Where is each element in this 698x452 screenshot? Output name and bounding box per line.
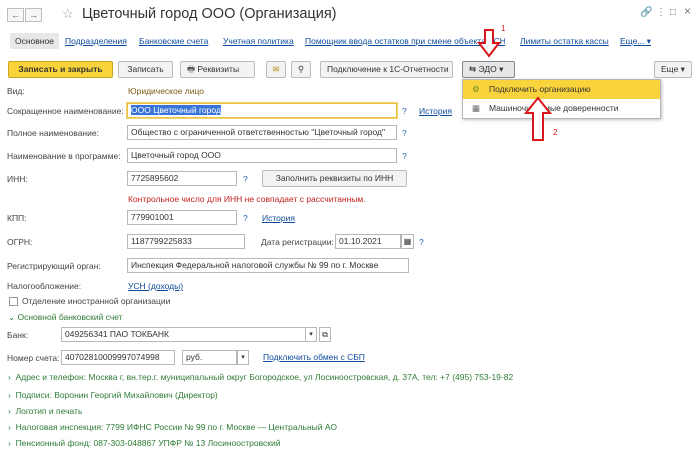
signatures-section[interactable]: › Подписи: Воронин Георгий Михайлович (Д… [8, 390, 218, 400]
tab-bank-accounts[interactable]: Банковские счета [139, 36, 208, 46]
currency-input[interactable]: руб. [182, 350, 237, 365]
edo-menu-connect-org[interactable]: ⚙ Подключить организацию [463, 80, 660, 99]
tax-label: Налогообложение: [7, 281, 82, 291]
more-icon[interactable]: ⋮ [656, 7, 666, 18]
save-close-button[interactable]: Записать и закрыть [8, 61, 113, 78]
tax-office-section[interactable]: › Налоговая инспекция: 7799 ИФНС России … [8, 422, 337, 432]
annotation-arrow-down [477, 29, 501, 58]
help-icon[interactable]: ? [243, 213, 248, 223]
short-name-input[interactable]: ООО Цветочный город [126, 102, 398, 119]
bank-label: Банк: [7, 330, 29, 340]
fill-by-inn-button[interactable]: Заполнить реквизиты по ИНН [262, 170, 407, 187]
foreign-branch-checkbox[interactable] [9, 297, 18, 306]
short-name-history-link[interactable]: История [419, 106, 452, 116]
currency-dropdown-icon[interactable]: ▾ [237, 350, 249, 365]
vid-value: Юридическое лицо [128, 86, 205, 96]
program-name-label: Наименование в программе: [7, 151, 121, 161]
kpp-input[interactable]: 779901001 [127, 210, 237, 225]
short-name-label: Сокращенное наименование: [7, 106, 124, 116]
reg-org-input[interactable]: Инспекция Федеральной налоговой службы №… [127, 258, 409, 273]
requisites-button[interactable]: 🖶 Реквизиты [180, 61, 255, 78]
inn-input[interactable]: 7725895602 [127, 171, 237, 186]
account-input[interactable]: 40702810009997074998 [61, 350, 175, 365]
logo-section[interactable]: › Логотип и печать [8, 406, 82, 416]
more-button[interactable]: Еще ▾ [654, 61, 692, 78]
edo-icon: ⇆ [469, 64, 477, 74]
sbp-link[interactable]: Подключить обмен с СБП [263, 352, 365, 362]
save-button[interactable]: Записать [118, 61, 173, 78]
tab-balance-wizard[interactable]: Помощник ввода остатков при смене объект… [305, 36, 505, 46]
link-icon[interactable]: 🔗 [640, 7, 652, 18]
connect-icon: ⚙ [472, 84, 480, 94]
help-icon[interactable]: ? [402, 106, 407, 116]
bank-section-toggle[interactable]: ⌄ Основной банковский счет [8, 312, 123, 323]
account-label: Номер счета: [7, 353, 60, 363]
tab-cash-limits[interactable]: Лимиты остатка кассы [520, 36, 609, 46]
close-icon[interactable]: × [684, 4, 691, 18]
kpp-label: КПП: [7, 213, 27, 223]
address-text: Адрес и телефон: Москва г, вн.тер.г. мун… [15, 372, 514, 382]
tab-more[interactable]: Еще... ▾ [620, 36, 651, 47]
bank-input[interactable]: 049256341 ПАО ТОКБАНК [61, 327, 317, 342]
requisites-label: Реквизиты [197, 64, 240, 74]
more-label: Еще [661, 64, 679, 74]
pension-fund-section[interactable]: › Пенсионный фонд: 087-303-048867 УПФР №… [8, 438, 281, 448]
attach-icon[interactable]: ⚲ [291, 61, 311, 78]
tax-link[interactable]: УСН (доходы) [128, 281, 183, 291]
edo-menu-proxies[interactable]: ▦ Машиночитаемые доверенности [463, 99, 660, 118]
bank-open-icon[interactable]: ⧉ [319, 327, 331, 342]
help-icon[interactable]: ? [419, 237, 424, 247]
calendar-icon[interactable]: ▦ [401, 234, 414, 249]
print-icon: 🖶 [187, 64, 196, 74]
short-name-value: ООО Цветочный город [131, 105, 221, 115]
help-icon[interactable]: ? [243, 174, 248, 184]
pension-fund-text: Пенсионный фонд: 087-303-048867 УПФР № 1… [15, 438, 281, 448]
favorite-star-icon[interactable]: ☆ [62, 6, 74, 22]
edo-label: ЭДО [478, 64, 497, 74]
forward-button[interactable]: → [25, 8, 42, 22]
inn-label: ИНН: [7, 174, 28, 184]
annotation-arrow-up [524, 96, 552, 141]
edo-menu: ⚙ Подключить организацию ▦ Машиночитаемые … [462, 79, 661, 119]
bank-section-title: Основной банковский счет [17, 312, 123, 322]
help-icon[interactable]: ? [402, 128, 407, 138]
reg-date-label: Дата регистрации: [261, 237, 334, 247]
full-name-label: Полное наименование: [7, 128, 99, 138]
signatures-text: Подписи: Воронин Георгий Михайлович (Дир… [15, 390, 218, 400]
bank-dropdown-icon[interactable]: ▾ [305, 327, 317, 342]
tab-accounting-policy[interactable]: Учетная политика [223, 36, 294, 46]
annotation-number-1: 1 [501, 24, 506, 33]
reg-date-input[interactable]: 01.10.2021 [335, 234, 401, 249]
mail-icon[interactable]: ✉ [266, 61, 286, 78]
logo-text: Логотип и печать [15, 406, 83, 416]
connect-1c-button[interactable]: Подключение к 1С-Отчетности [320, 61, 453, 78]
edo-menu-proxies-label: Машиночитаемые доверенности [489, 103, 619, 113]
maximize-icon[interactable]: □ [670, 7, 676, 18]
table-icon: ▦ [472, 103, 481, 113]
ogrn-label: ОГРН: [7, 237, 33, 247]
vid-label: Вид: [7, 86, 25, 96]
program-name-input[interactable]: Цветочный город ООО [127, 148, 397, 163]
address-section[interactable]: › Адрес и телефон: Москва г, вн.тер.г. м… [8, 372, 513, 382]
edo-button[interactable]: ⇆ ЭДО ▾ [462, 61, 515, 78]
tab-departments[interactable]: Подразделения [65, 36, 127, 46]
foreign-branch-label: Отделение иностранной организации [22, 296, 171, 306]
ogrn-input[interactable]: 1187799225833 [127, 234, 245, 249]
tab-main[interactable]: Основное [10, 33, 59, 49]
tab-more-label: Еще... [620, 36, 645, 46]
kpp-history-link[interactable]: История [262, 213, 295, 223]
back-button[interactable]: ← [7, 8, 24, 22]
inn-error-message: Контрольное число для ИНН не совпадает с… [128, 194, 366, 204]
reg-org-label: Регистрирующий орган: [7, 261, 101, 271]
annotation-number-2: 2 [553, 128, 558, 137]
full-name-input[interactable]: Общество с ограниченной ответственностью… [127, 125, 397, 140]
help-icon[interactable]: ? [402, 151, 407, 161]
tax-office-text: Налоговая инспекция: 7799 ИФНС России № … [15, 422, 337, 432]
page-title: Цветочный город ООО (Организация) [82, 6, 337, 22]
edo-menu-connect-label: Подключить организацию [489, 84, 591, 94]
